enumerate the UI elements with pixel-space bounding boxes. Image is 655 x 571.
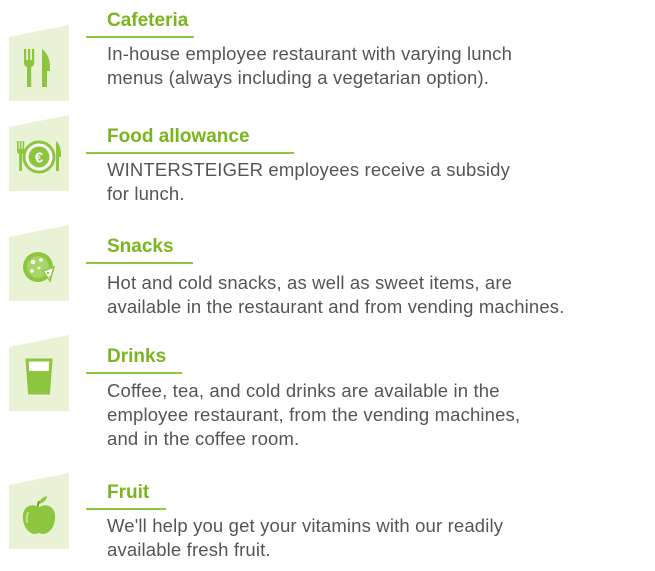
euro-plate-icon: €	[17, 140, 61, 174]
benefit-description: Coffee, tea, and cold drinks are availab…	[107, 380, 521, 449]
benefit-title: Food allowance	[107, 126, 250, 147]
cutlery-icon	[24, 49, 50, 87]
title-underline	[86, 152, 294, 154]
benefit-title: Drinks	[107, 346, 167, 367]
benefit-icon-tile	[9, 335, 69, 411]
title-underline	[86, 36, 194, 38]
title-underline	[86, 262, 193, 264]
benefit-icon-tile: €	[9, 115, 69, 191]
title-underline	[86, 372, 182, 374]
benefit-description: Hot and cold snacks, as well as sweet it…	[107, 272, 565, 317]
glass-icon	[25, 358, 53, 395]
benefit-description: We'll help you get your vitamins with ou…	[107, 515, 504, 560]
svg-text:€: €	[35, 150, 44, 167]
benefit-icon-tile	[9, 25, 69, 101]
apple-icon	[22, 496, 56, 534]
benefit-description: WINTERSTEIGER employees receive a subsid…	[107, 159, 510, 204]
benefit-description: In-house employee restaurant with varyin…	[107, 43, 513, 88]
benefit-icon-tile	[9, 473, 69, 549]
benefit-title: Cafeteria	[107, 10, 189, 31]
pizza-icon	[23, 252, 56, 283]
benefit-icon-tile	[9, 225, 69, 301]
benefit-title: Snacks	[107, 236, 174, 257]
title-underline	[86, 508, 166, 510]
benefit-title: Fruit	[107, 482, 150, 503]
